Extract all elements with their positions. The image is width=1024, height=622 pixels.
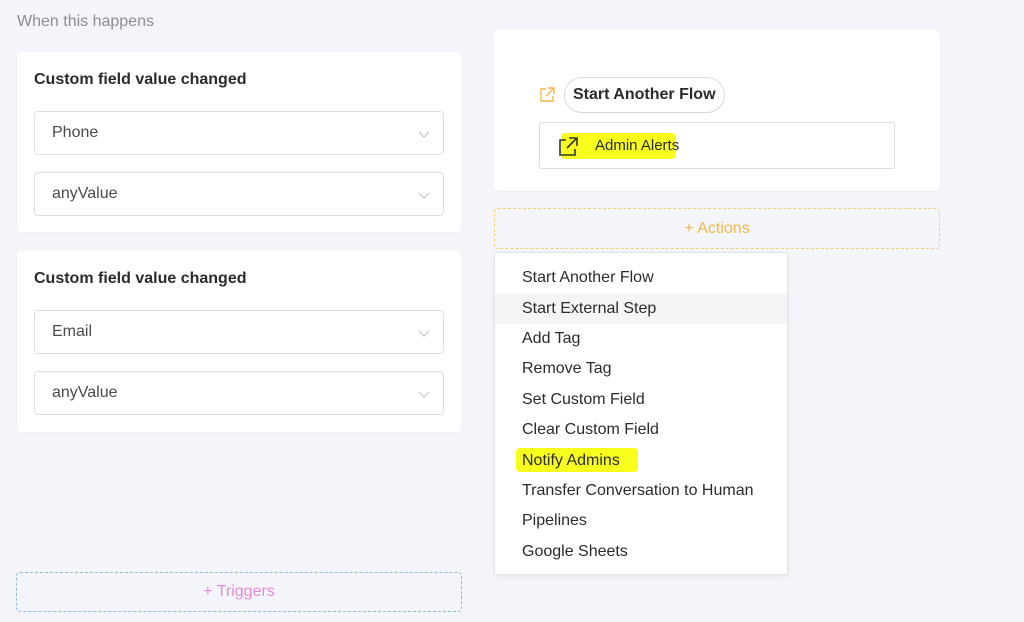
add-action-button[interactable]: + Actions <box>494 208 940 249</box>
menu-item-add-tag[interactable]: Add Tag <box>495 324 787 354</box>
trigger-card: Custom field value changed Email anyValu… <box>17 251 461 432</box>
field-select-value: Email <box>52 323 93 340</box>
chevron-down-icon <box>418 330 430 337</box>
chevron-down-icon <box>418 192 430 199</box>
menu-item-transfer-conversation[interactable]: Transfer Conversation to Human <box>495 476 787 506</box>
menu-item-google-sheets[interactable]: Google Sheets <box>495 537 787 567</box>
section-heading: When this happens <box>17 13 154 30</box>
menu-item-start-another-flow[interactable]: Start Another Flow <box>495 263 787 293</box>
menu-item-pipelines[interactable]: Pipelines <box>495 506 787 536</box>
external-link-icon[interactable] <box>538 86 556 104</box>
field-select-value: Phone <box>52 124 99 141</box>
trigger-title: Custom field value changed <box>34 71 247 88</box>
value-select[interactable]: anyValue <box>34 371 444 415</box>
field-select[interactable]: Email <box>34 310 444 354</box>
external-link-icon <box>559 137 578 156</box>
chevron-down-icon <box>418 391 430 398</box>
chevron-down-icon <box>418 131 430 138</box>
flow-name: Admin Alerts <box>595 137 680 154</box>
trigger-card: Custom field value changed Phone anyValu… <box>17 52 461 232</box>
value-select[interactable]: anyValue <box>34 172 444 216</box>
menu-item-notify-admins[interactable]: Notify Admins <box>495 445 787 475</box>
flow-select[interactable]: Admin Alerts <box>539 122 895 169</box>
action-card: Start Another Flow Admin Alerts <box>494 30 940 191</box>
menu-item-clear-custom-field[interactable]: Clear Custom Field <box>495 415 787 445</box>
menu-item-set-custom-field[interactable]: Set Custom Field <box>495 385 787 415</box>
value-select-value: anyValue <box>52 384 118 401</box>
trigger-title: Custom field value changed <box>34 270 247 287</box>
menu-item-start-external-step[interactable]: Start External Step <box>495 293 787 324</box>
value-select-value: anyValue <box>52 185 118 202</box>
add-trigger-button[interactable]: + Triggers <box>16 572 462 612</box>
menu-item-remove-tag[interactable]: Remove Tag <box>495 354 787 384</box>
field-select[interactable]: Phone <box>34 111 444 155</box>
action-type-pill[interactable]: Start Another Flow <box>564 77 725 113</box>
actions-menu: Start Another Flow Start External Step A… <box>494 252 788 575</box>
